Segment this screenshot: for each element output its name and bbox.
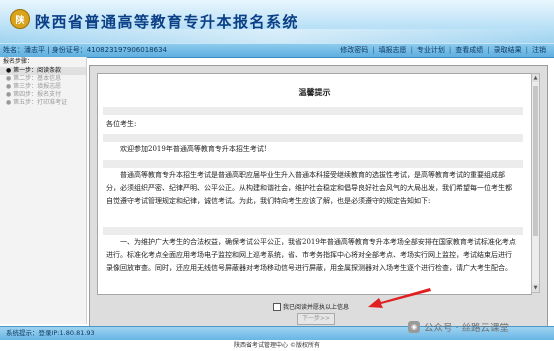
next-step-button[interactable]: 下一步>>: [297, 313, 335, 325]
status-text: 系统提示：登录IP:1.80.81.93: [6, 329, 95, 337]
agree-row[interactable]: 我已阅读并愿执以上信息: [273, 302, 349, 311]
scroll-up-icon[interactable]: ▲: [532, 74, 539, 82]
greeting: 各位考生:: [106, 120, 137, 128]
divider: [103, 107, 523, 115]
fill-preference-link[interactable]: 填报志愿: [375, 44, 411, 57]
emblem-logo-icon: 陕: [10, 9, 30, 29]
step-fill-preference[interactable]: ● 第三步：填报志愿: [0, 83, 86, 91]
header: 陕 陕西省普通高等教育专升本报名系统: [0, 0, 554, 43]
top-navbar: 姓名：潘志平 | 身份证号：410823197906018634 修改密码 | 填…: [0, 43, 554, 58]
agree-label[interactable]: 我已阅读并愿执以上信息: [283, 302, 349, 311]
welcome-text: 欢迎参加2019年普通高等教育专升本招生考试!: [120, 145, 267, 153]
divider: [103, 134, 523, 142]
notice-panel[interactable]: 温馨提示 各位考生: 欢迎参加2019年普通高等教育专升本招生考试! 普通高等教…: [97, 73, 532, 295]
agree-checkbox[interactable]: [273, 302, 281, 311]
step-basic-info[interactable]: ● 第二步：基本信息: [0, 75, 86, 83]
divider: [103, 160, 523, 168]
site-title: 陕西省普通高等教育专升本报名系统: [35, 13, 300, 31]
notice-paragraph-2: 一、为维护广大考生的合法权益，确保考试公平公正，我省2019年普通高等教育专升本…: [106, 238, 516, 272]
user-info: 姓名：潘志平 | 身份证号：410823197906018634: [3, 46, 167, 54]
steps-sidebar: 报名步骤： ● 第一步：阅读条款 ● 第二步：基本信息 ● 第三步：填报志愿 ●…: [0, 57, 87, 324]
scroll-down-icon[interactable]: ▼: [532, 284, 539, 292]
watermark-text: 公众号 · 丝路云课堂: [424, 323, 510, 334]
notice-paragraph-1: 普通高等教育专升本招生考试是普通高职应届毕业生升入普通本科接受继续教育的选拔性考…: [106, 171, 512, 205]
wechat-icon: ◉: [408, 321, 420, 333]
step-payment[interactable]: ● 第四步：报名支付: [0, 91, 86, 99]
main-content: 温馨提示 各位考生: 欢迎参加2019年普通高等教育专升本招生考试! 普通高等教…: [89, 65, 548, 328]
watermark: ◉ 公众号 · 丝路云课堂: [408, 320, 509, 334]
scroll-thumb[interactable]: [533, 86, 538, 236]
major-plan-link[interactable]: 专业计划: [413, 44, 449, 57]
steps-caption: 报名步骤：: [3, 58, 34, 65]
admission-result-link[interactable]: 录取结果: [490, 44, 526, 57]
copyright-footer: 陕西省考试管理中心 ©版权所有: [234, 342, 320, 349]
change-password-link[interactable]: 修改密码: [336, 44, 372, 57]
view-score-link[interactable]: 查看成绩: [451, 44, 487, 57]
nav-links: 修改密码 | 填报志愿 | 专业计划 | 查看成绩 | 录取结果 | 注销: [336, 44, 550, 57]
logout-link[interactable]: 注销: [528, 44, 550, 57]
step-read-terms[interactable]: ● 第一步：阅读条款: [0, 67, 86, 75]
notice-scrollbar[interactable]: ▲ ▼: [531, 73, 540, 293]
notice-title: 温馨提示: [298, 87, 331, 97]
divider: [103, 227, 523, 235]
step-print-ticket[interactable]: ● 第五步：打印准考证: [0, 99, 86, 107]
